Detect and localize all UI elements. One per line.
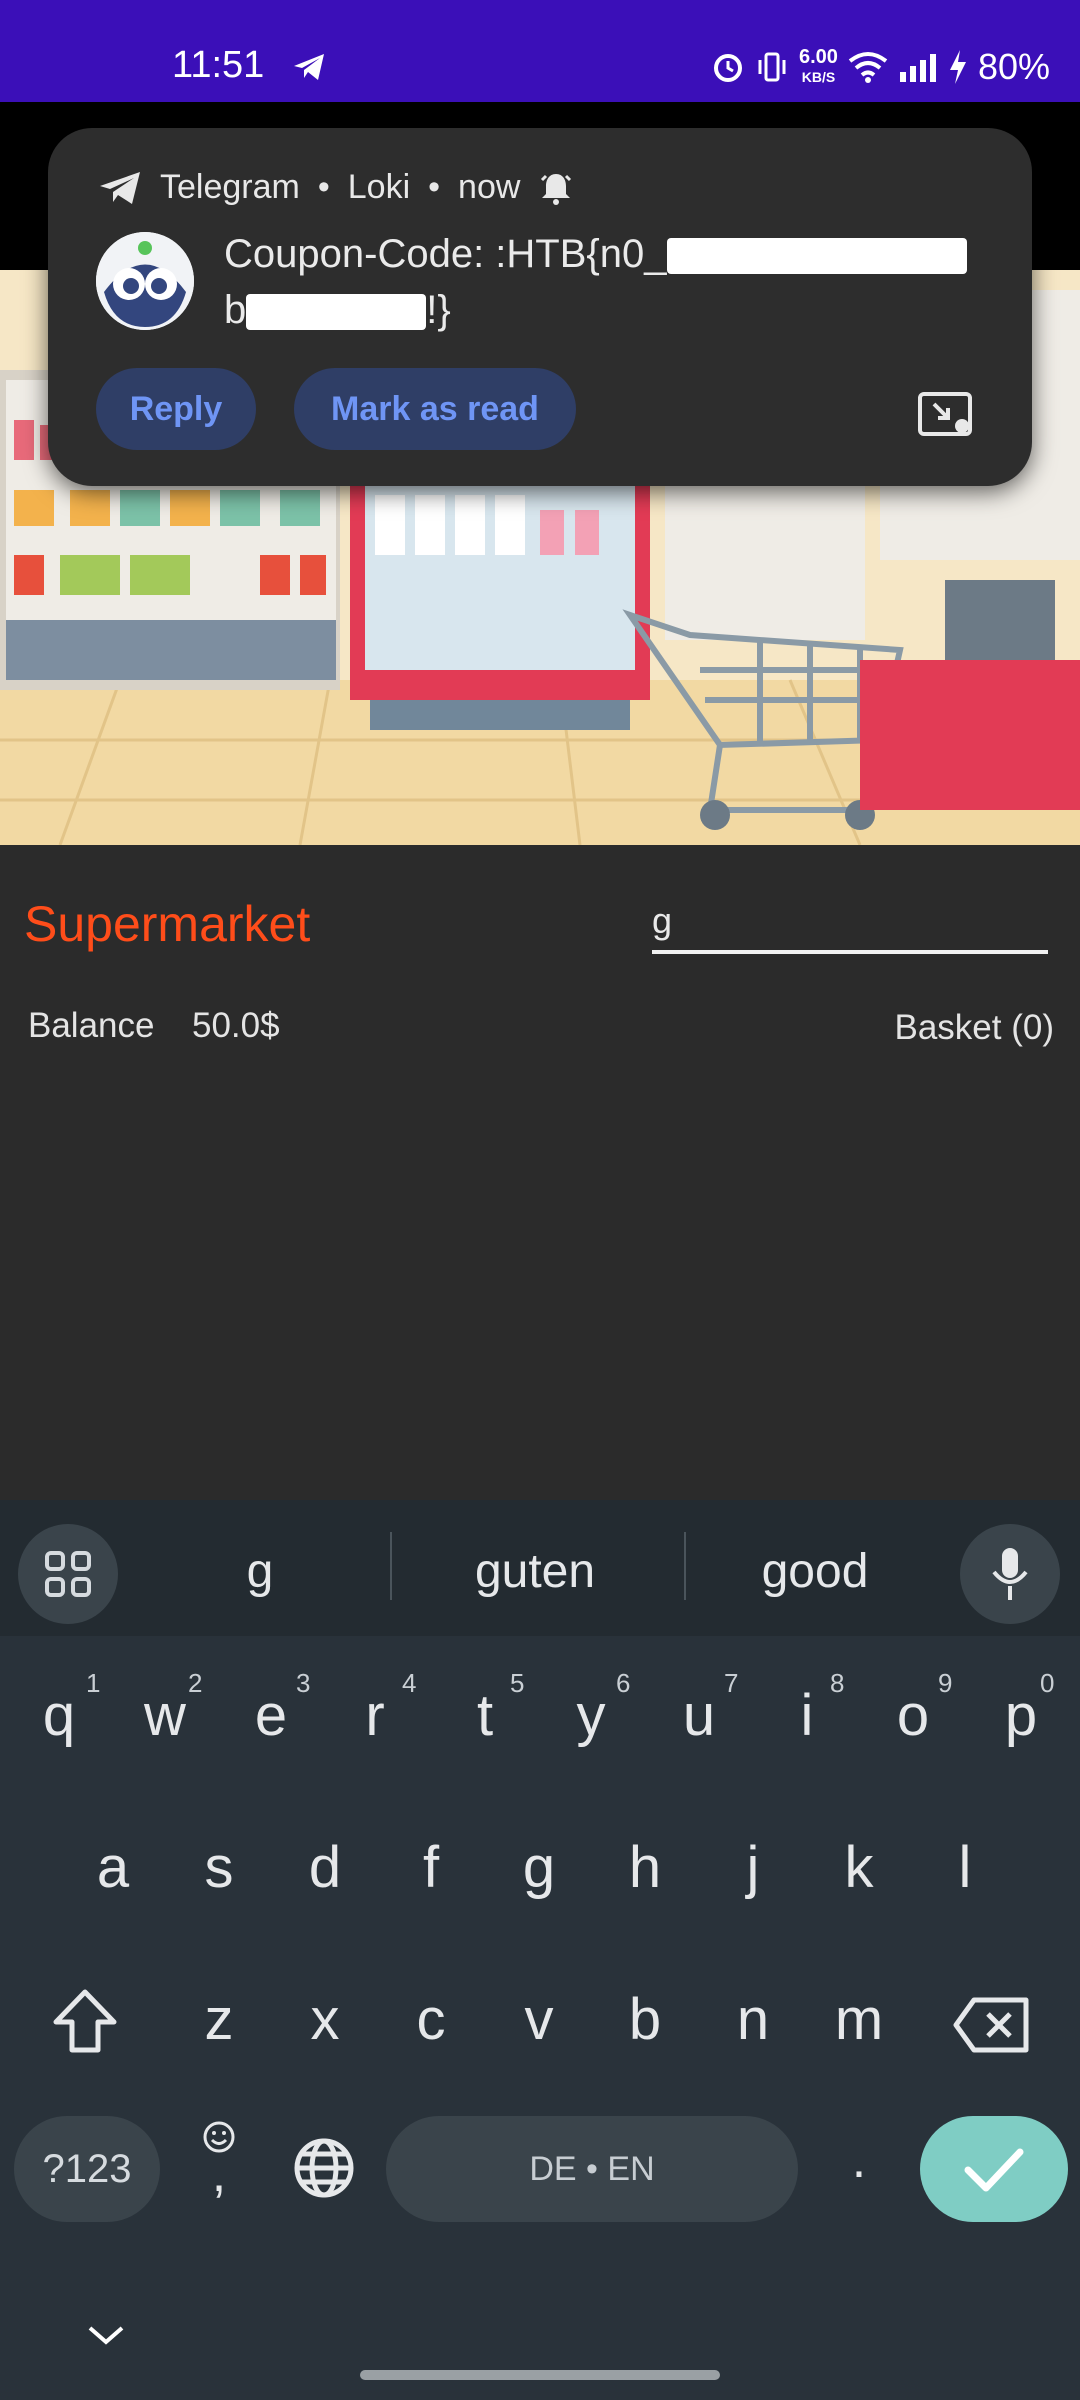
key-k[interactable]: k [814,1834,904,1901]
bell-icon [541,173,572,205]
keyboard-menu-button[interactable] [18,1524,118,1624]
charging-icon [949,50,966,84]
key-hint-7: 7 [724,1668,739,1698]
key-hint-3: 3 [296,1668,311,1698]
suggestion-1[interactable]: g [210,1544,310,1599]
wifi-icon [848,52,888,83]
key-m[interactable]: m [814,1986,904,2053]
expand-icon[interactable] [916,390,976,440]
key-j[interactable]: j [708,1834,798,1901]
telegram-icon [294,54,324,80]
signal-icon [899,54,936,82]
key-b[interactable]: b [600,1986,690,2053]
globe-icon[interactable] [292,2136,356,2200]
gesture-nav-handle[interactable] [360,2370,720,2380]
key-d[interactable]: d [280,1834,370,1901]
key-hint-8: 8 [830,1668,845,1698]
search-underline [652,950,1048,954]
status-icons: 6.00 KB/S 80% [711,46,1050,88]
key-hint-4: 4 [402,1668,417,1698]
symbols-key[interactable]: ?123 [14,2116,160,2222]
key-z[interactable]: z [174,1986,264,2053]
balance-value: 50.0$ [192,1006,280,1045]
notification-sender: Loki [347,168,411,206]
key-hint-1: 1 [86,1668,101,1698]
key-n[interactable]: n [708,1986,798,2053]
network-speed: 6.00 KB/S [799,46,838,85]
telegram-icon [100,171,140,204]
soft-keyboard: g guten good [0,1500,1080,2400]
vibrate-icon [758,52,786,82]
alarm-icon [714,54,742,82]
grid-icon [45,1551,91,1597]
search-input[interactable]: g [652,900,672,942]
status-bar: 11:51 6.00 KB/S 80% [0,0,1080,102]
notification-app-name: Telegram [160,168,300,206]
key-hint-2: 2 [188,1668,203,1698]
notification-header: Telegram • Loki • now [98,168,574,207]
key-hint-5: 5 [510,1668,525,1698]
key-f[interactable]: f [386,1834,476,1901]
emoji-comma-key[interactable]: , [196,2120,242,2200]
status-time: 11:51 [172,44,265,86]
reply-button[interactable]: Reply [96,368,256,450]
notification-message-line2: b!} [224,288,451,332]
chevron-down-icon[interactable] [84,2320,128,2350]
key-v[interactable]: v [494,1986,584,2053]
key-l[interactable]: l [920,1834,1010,1901]
key-x[interactable]: x [280,1986,370,2053]
microphone-icon [992,1548,1028,1600]
notification-time: now [458,168,521,206]
key-s[interactable]: s [174,1834,264,1901]
key-c[interactable]: c [386,1986,476,2053]
key-hint-0: 0 [1040,1668,1055,1698]
key-g[interactable]: g [494,1834,584,1901]
balance-label: Balance [28,1006,155,1045]
telegram-notification[interactable]: Telegram • Loki • now Coupon-Code: :HTB{… [48,128,1032,486]
redaction-mark [246,294,427,331]
redaction-mark [666,238,967,275]
key-hint-6: 6 [616,1668,631,1698]
notification-message-line1: Coupon-Code: :HTB{n0_ [224,232,967,277]
backspace-icon[interactable] [952,1996,1032,2054]
period-key[interactable]: . [814,2130,904,2190]
basket-button[interactable]: Basket (0) [895,1008,1055,1048]
suggestion-2[interactable]: guten [430,1544,640,1599]
enter-key[interactable] [920,2116,1068,2222]
shift-icon[interactable] [50,1988,120,2054]
battery-level: 80% [977,46,1050,87]
checkmark-icon [964,2148,1024,2192]
mark-as-read-button[interactable]: Mark as read [294,368,576,450]
voice-input-button[interactable] [960,1524,1060,1624]
key-h[interactable]: h [600,1834,690,1901]
key-a[interactable]: a [68,1834,158,1901]
space-bar[interactable]: DE • EN [386,2116,798,2222]
page-title: Supermarket [24,896,311,952]
suggestion-3[interactable]: good [720,1544,910,1599]
suggestion-strip: g guten good [0,1500,1080,1636]
avatar [96,232,194,330]
key-hint-9: 9 [938,1668,953,1698]
